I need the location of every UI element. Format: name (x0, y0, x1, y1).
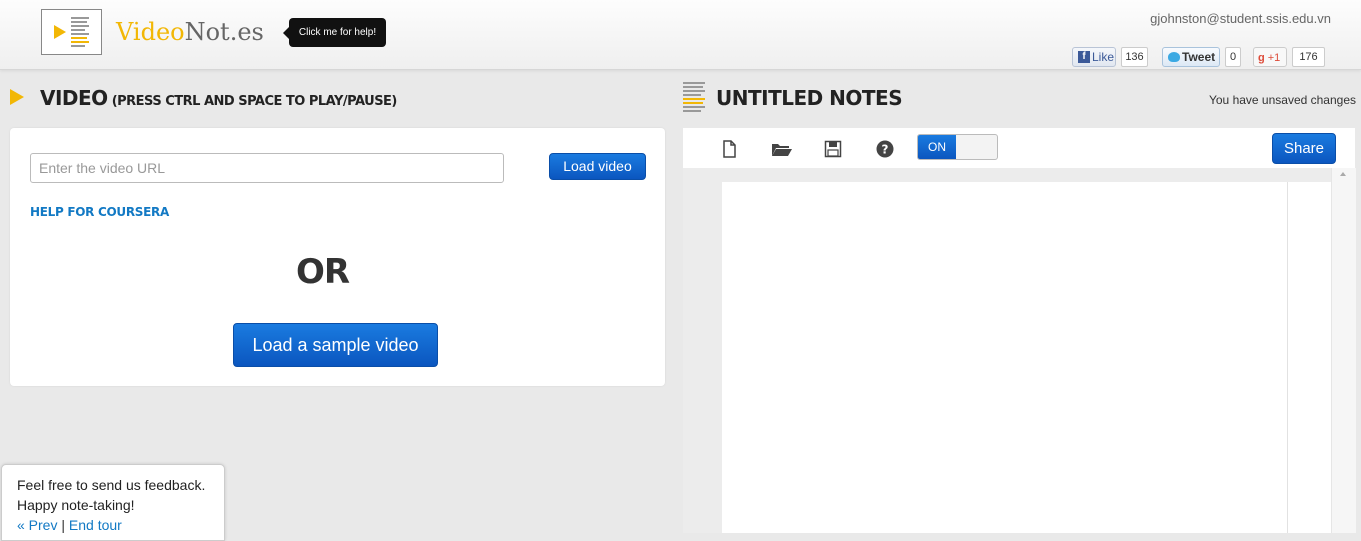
google-plus-count: 176 (1292, 47, 1325, 67)
tweet-button[interactable]: Tweet (1162, 47, 1220, 67)
notes-panel: ? ON Share (683, 128, 1356, 533)
user-email[interactable]: gjohnston@student.ssis.edu.vn (1150, 11, 1331, 26)
tour-end-link[interactable]: End tour (69, 517, 122, 533)
facebook-icon: f (1078, 51, 1090, 63)
google-plus-button[interactable]: g +1 (1253, 47, 1287, 67)
tour-popup: Feel free to send us feedback. Happy not… (1, 464, 225, 541)
tour-prev-link[interactable]: « Prev (17, 517, 57, 533)
load-sample-video-button[interactable]: Load a sample video (233, 323, 438, 367)
tour-link-separator: | (57, 517, 69, 533)
logo-text-part2: Not.es (184, 18, 264, 46)
tour-text-line1: Feel free to send us feedback. (17, 477, 206, 493)
help-tooltip[interactable]: Click me for help! (283, 18, 386, 47)
scroll-up-arrow-icon[interactable] (1340, 172, 1346, 176)
unsaved-status: You have unsaved changes (1208, 93, 1356, 107)
editor-top-bar (683, 168, 1331, 182)
editor-gutter (683, 168, 722, 533)
help-for-coursera-link[interactable]: HELP FOR COURSERA (30, 205, 169, 219)
google-plus-label: +1 (1267, 52, 1281, 64)
load-video-button[interactable]: Load video (549, 153, 646, 180)
or-divider: OR (295, 252, 350, 292)
svg-text:?: ? (882, 143, 889, 157)
facebook-like-label: Like (1092, 50, 1115, 64)
editor-scrollbar[interactable] (1331, 168, 1356, 533)
toggle-on-label: ON (918, 135, 956, 159)
header: VideoNot.es Click me for help! gjohnston… (0, 0, 1361, 70)
notes-toolbar: ? ON Share (683, 128, 1355, 168)
help-icon[interactable]: ? (876, 140, 894, 158)
logo-wordmark[interactable]: VideoNot.es (116, 18, 264, 46)
new-file-icon[interactable] (720, 140, 738, 158)
logo-text-part1: Video (116, 18, 185, 46)
logo-icon (54, 17, 89, 47)
autosave-toggle[interactable]: ON (917, 134, 998, 160)
tweet-count: 0 (1225, 47, 1241, 67)
video-heading: VIDEO (Press Ctrl and Space to play/pause… (40, 86, 397, 110)
tour-text-line2: Happy note-taking! (17, 497, 135, 513)
video-heading-subtitle: (Press Ctrl and Space to play/pause) (111, 94, 398, 109)
video-heading-title: VIDEO (40, 86, 108, 110)
open-folder-icon[interactable] (771, 140, 793, 158)
twitter-icon (1168, 52, 1180, 62)
notes-editor[interactable] (722, 182, 1331, 533)
tweet-label: Tweet (1182, 50, 1216, 64)
facebook-like-button[interactable]: f Like (1072, 47, 1116, 67)
google-plus-icon: g (1258, 52, 1265, 64)
logo[interactable] (41, 9, 102, 55)
facebook-like-count: 136 (1121, 47, 1148, 67)
share-button[interactable]: Share (1272, 133, 1336, 164)
video-play-icon (10, 89, 24, 105)
tour-links: « Prev | End tour (17, 517, 122, 533)
notes-title[interactable]: UNTITLED NOTES (716, 86, 903, 110)
video-panel: Load video HELP FOR COURSERA OR Load a s… (10, 128, 665, 386)
video-url-input[interactable] (30, 153, 504, 183)
save-icon[interactable] (824, 140, 842, 158)
notes-icon (683, 82, 705, 112)
